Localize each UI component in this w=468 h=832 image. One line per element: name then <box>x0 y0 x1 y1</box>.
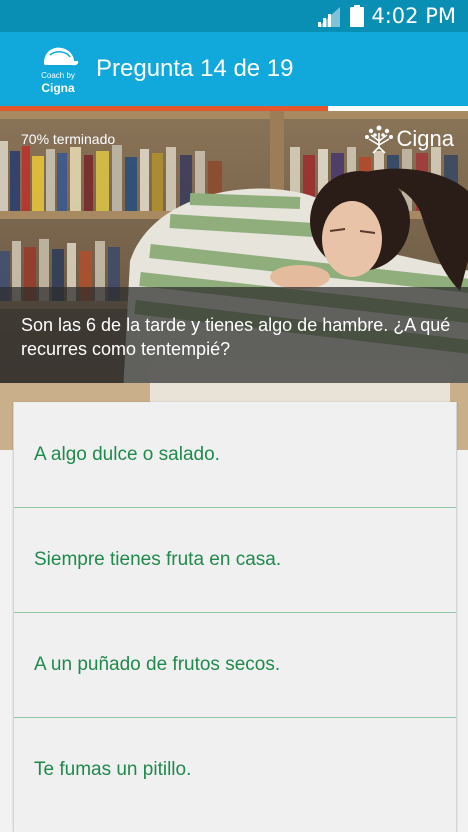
question-hero-image: 70% terminado Cigna Son las 6 de la tard… <box>0 111 468 450</box>
signal-icon <box>318 7 340 27</box>
cigna-brand: Cigna <box>364 125 454 154</box>
question-text: Son las 6 de la tarde y tienes algo de h… <box>21 315 451 359</box>
status-bar: 4:02 PM <box>0 0 468 32</box>
answer-option-4[interactable]: Te fumas un pitillo. <box>14 717 456 822</box>
cigna-wordmark: Cigna <box>396 126 454 151</box>
cigna-tree-icon <box>364 125 393 154</box>
answer-option-3[interactable]: A un puñado de frutos secos. <box>14 612 456 718</box>
answer-option-2[interactable]: Siempre tienes fruta en casa. <box>14 507 456 613</box>
answer-label: A un puñado de frutos secos. <box>34 654 281 675</box>
cap-icon <box>44 47 79 66</box>
progress-label: 70% terminado <box>21 131 116 147</box>
answer-list: A algo dulce o salado. Siempre tienes fr… <box>13 402 457 832</box>
answer-option-1[interactable]: A algo dulce o salado. <box>14 402 456 508</box>
logo-line2: Cigna <box>41 81 75 95</box>
app-bar: Coach by Cigna Pregunta 14 de 19 <box>0 32 468 106</box>
library-background <box>0 111 468 450</box>
page-title: Pregunta 14 de 19 <box>96 55 294 82</box>
coach-by-cigna-logo: Coach by Cigna <box>36 43 80 95</box>
answer-label: Te fumas un pitillo. <box>34 759 192 780</box>
answer-label: Siempre tienes fruta en casa. <box>34 549 282 570</box>
status-time: 4:02 PM <box>371 4 456 28</box>
battery-icon <box>350 5 364 27</box>
answer-label: A algo dulce o salado. <box>34 444 220 465</box>
